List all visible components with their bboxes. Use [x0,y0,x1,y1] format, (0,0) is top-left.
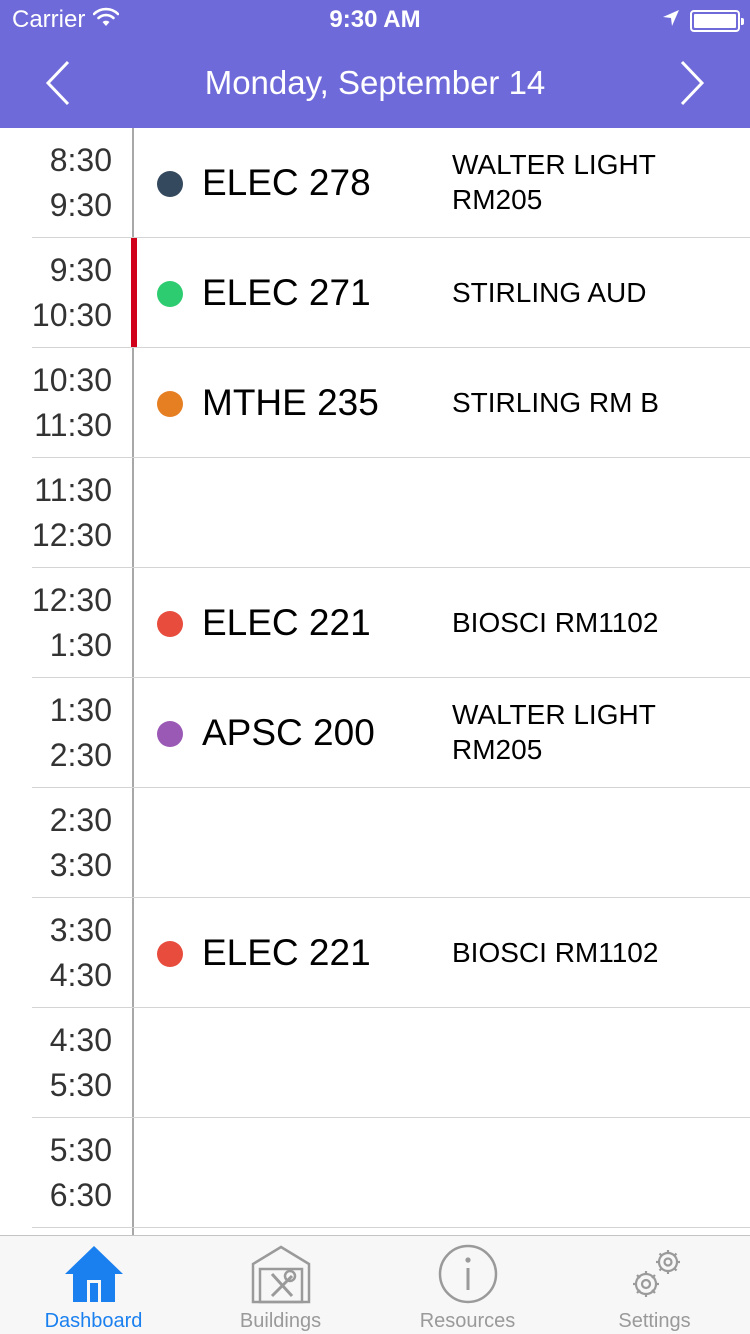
battery-icon [690,9,744,32]
course-color-dot [157,611,183,637]
room-location: WALTER LIGHT RM205 [452,149,656,215]
room-location: WALTER LIGHT RM205 [452,699,656,765]
slot-end-time: 1:30 [49,627,112,663]
slot-end-time: 4:30 [49,957,112,993]
tab-buildings-label: Buildings [239,1310,322,1332]
room-location: STIRLING AUD [452,277,647,308]
slot-start-time: 12:30 [31,582,112,618]
slot-start-time: 11:30 [34,472,112,508]
slot-start-time: 10:30 [31,362,112,398]
schedule-row[interactable]: 12:30 1:30 ELEC 221 BIOSCI RM1102 [0,568,750,678]
tab-bar: Dashboard Buildings Resources Settings [0,1235,750,1334]
current-time-indicator [131,238,137,347]
course-code: ELEC 271 [202,272,371,313]
tab-dashboard[interactable]: Dashboard [0,1236,187,1334]
slot-end-time: 5:30 [49,1067,112,1103]
slot-start-time: 1:30 [49,692,112,728]
course-code: ELEC 221 [202,932,371,973]
schedule-list[interactable]: 8:30 9:30 ELEC 278 WALTER LIGHT RM205 9:30 10… [0,128,750,1235]
tab-buildings[interactable]: Buildings [187,1236,374,1334]
room-location: BIOSCI RM1102 [452,937,659,968]
tab-settings-label: Settings [618,1310,691,1332]
course-code: APSC 200 [202,712,375,753]
course-color-dot [157,281,183,307]
status-bar: Carrier 9:30 AM [0,0,750,40]
next-day-button[interactable] [672,58,712,108]
chevron-right-icon [680,60,705,106]
course-color-dot [157,391,183,417]
schedule-row[interactable]: 10:30 11:30 MTHE 235 STIRLING RM B [0,348,750,458]
slot-end-time: 11:30 [34,407,112,443]
slot-start-time: 4:30 [49,1022,112,1058]
slot-start-time: 2:30 [49,802,112,838]
room-location: STIRLING RM B [452,387,659,418]
tab-resources[interactable]: Resources [374,1236,561,1334]
info-icon [438,1244,497,1304]
course-color-dot [157,171,183,197]
slot-end-time: 9:30 [49,187,112,223]
schedule-row[interactable]: 3:30 4:30 ELEC 221 BIOSCI RM1102 [0,898,750,1008]
row-divider [32,1227,750,1228]
course-color-dot [157,721,183,747]
schedule-row-empty: 5:30 6:30 [0,1118,750,1228]
slot-end-time: 2:30 [49,737,112,773]
date-title: Monday, September 14 [204,64,546,101]
slot-start-time: 9:30 [49,252,112,288]
course-code: ELEC 221 [202,602,371,643]
slot-start-time: 8:30 [49,142,112,178]
schedule-row[interactable]: 8:30 9:30 ELEC 278 WALTER LIGHT RM205 [0,128,750,238]
schedule-row-empty: 2:30 3:30 [0,788,750,898]
slot-start-time: 5:30 [49,1132,112,1168]
schedule-row[interactable]: 1:30 2:30 APSC 200 WALTER LIGHT RM205 [0,678,750,788]
slot-start-time: 3:30 [49,912,112,948]
header: Carrier 9:30 AM Monday, September 14 [0,0,750,128]
home-icon [64,1246,123,1302]
slot-end-time: 6:30 [49,1177,112,1213]
gears-icon [632,1250,680,1297]
nav-bar: Monday, September 14 [0,40,750,128]
schedule-row-empty: 11:30 12:30 [0,458,750,568]
status-right [662,9,744,32]
tab-resources-label: Resources [419,1310,516,1332]
schedule-row-empty: 4:30 5:30 [0,1008,750,1118]
slot-end-time: 10:30 [31,297,112,333]
tab-dashboard-label: Dashboard [44,1310,143,1332]
course-color-dot [157,941,183,967]
status-time: 9:30 AM [329,6,421,33]
slot-end-time: 12:30 [31,517,112,553]
building-icon [251,1245,310,1304]
location-arrow-icon [662,9,680,32]
schedule-row[interactable]: 9:30 10:30 ELEC 271 STIRLING AUD [0,238,750,348]
course-code: ELEC 278 [202,162,371,203]
slot-end-time: 3:30 [49,847,112,883]
course-code: MTHE 235 [202,382,379,423]
room-location: BIOSCI RM1102 [452,607,659,638]
tab-settings[interactable]: Settings [561,1236,748,1334]
